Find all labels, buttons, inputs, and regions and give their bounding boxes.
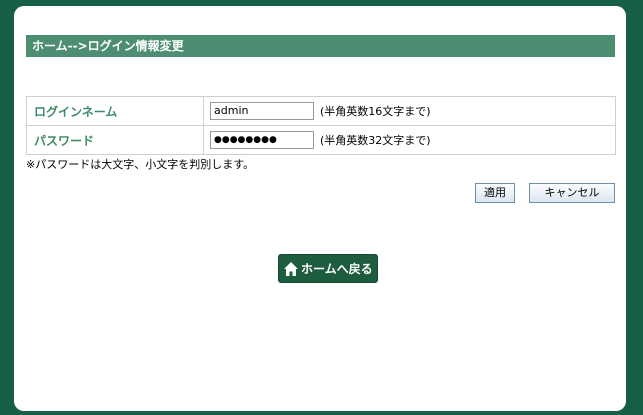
password-cell: ●●●●●●●● (半角英数32文字まで) — [203, 125, 616, 155]
login-form: ログインネーム admin (半角英数16文字まで) パスワード ●●●●●●●●… — [26, 96, 616, 155]
login-name-label: ログインネーム — [26, 96, 204, 126]
cancel-button[interactable]: キャンセル — [529, 183, 615, 203]
login-name-cell: admin (半角英数16文字まで) — [203, 96, 616, 126]
home-button[interactable]: ホームへ戻る — [278, 254, 378, 283]
login-name-row: ログインネーム admin (半角英数16文字まで) — [26, 96, 616, 126]
home-button-label: ホームへ戻る — [301, 262, 373, 276]
password-label: パスワード — [26, 125, 204, 155]
apply-button[interactable]: 適用 — [475, 183, 515, 203]
main-panel: ホーム-->ログイン情報変更 ログインネーム admin (半角英数16文字まで)… — [14, 6, 626, 411]
home-icon — [284, 262, 298, 276]
password-hint: (半角英数32文字まで) — [320, 134, 431, 147]
page-title: ホーム-->ログイン情報変更 — [26, 35, 615, 57]
password-input[interactable]: ●●●●●●●● — [210, 131, 314, 149]
password-row: パスワード ●●●●●●●● (半角英数32文字まで) — [26, 125, 616, 155]
password-case-note: ※パスワードは大文字、小文字を判別します。 — [26, 158, 255, 171]
login-name-hint: (半角英数16文字まで) — [320, 105, 431, 118]
login-name-input[interactable]: admin — [210, 102, 314, 120]
